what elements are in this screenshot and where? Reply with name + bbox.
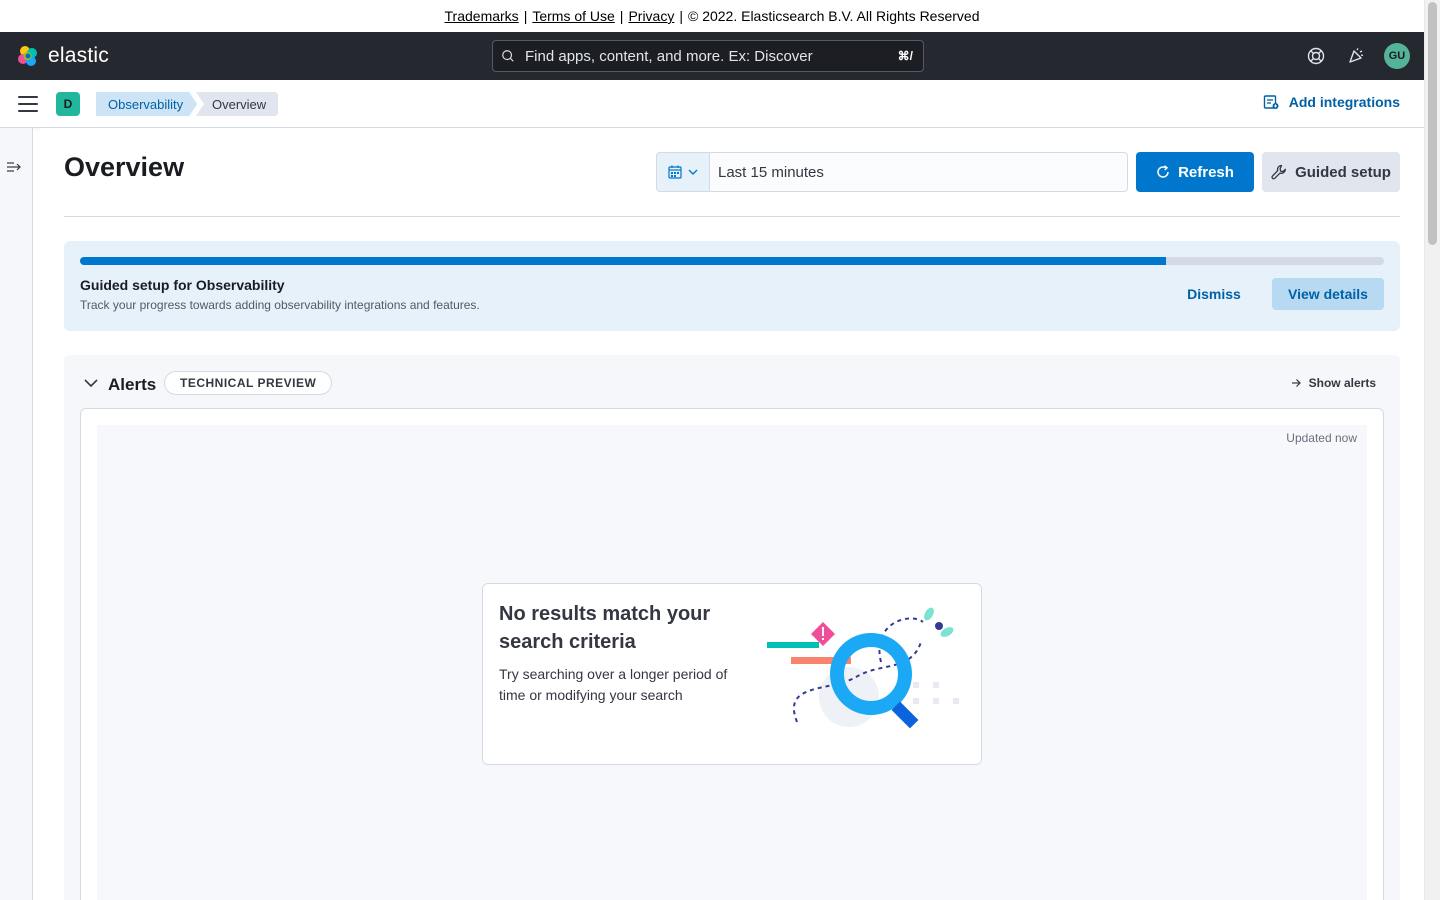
header-divider (64, 216, 1400, 217)
technical-preview-badge: TECHNICAL PREVIEW (164, 371, 333, 395)
legal-bar: Trademarks | Terms of Use | Privacy | © … (0, 0, 1424, 32)
no-results-illustration (767, 607, 959, 729)
dismiss-button[interactable]: Dismiss (1168, 278, 1260, 310)
logo-text: elastic (48, 44, 109, 67)
empty-state-body: Try searching over a longer period of ti… (499, 666, 728, 703)
calendar-icon (668, 165, 682, 179)
empty-state-title: No results match your search criteria (499, 603, 711, 653)
alerts-table-panel: Updated now No results match your search… (80, 408, 1384, 900)
wrench-icon (1271, 164, 1287, 180)
alerts-title[interactable]: Alerts (108, 375, 156, 395)
add-integrations-link[interactable]: Add integrations (1263, 94, 1400, 110)
top-header: elastic ⌘/ (0, 32, 1424, 80)
scrollbar-thumb[interactable] (1428, 2, 1437, 245)
updated-status: Updated now (1286, 431, 1357, 445)
empty-state-card: No results match your search criteria Tr… (482, 583, 982, 765)
privacy-link[interactable]: Privacy (628, 8, 674, 24)
header-actions: GU (1290, 42, 1410, 70)
copyright-text: © 2022. Elasticsearch B.V. All Rights Re… (687, 8, 980, 24)
elastic-logo-icon (18, 46, 37, 66)
view-details-button[interactable]: View details (1272, 278, 1384, 310)
alerts-table-area: Updated now No results match your search… (97, 425, 1367, 900)
refresh-icon (1157, 165, 1169, 178)
menu-expand-icon[interactable] (6, 160, 22, 174)
refresh-label: Refresh (1178, 163, 1234, 181)
breadcrumb-observability[interactable]: Observability (96, 92, 197, 116)
guided-setup-label: Guided setup (1295, 163, 1391, 181)
legal-separator: | (523, 8, 528, 24)
guide-progress-fill (80, 257, 1167, 265)
collapsed-sidebar (0, 128, 33, 900)
page-title: Overview (64, 152, 185, 182)
space-selector[interactable]: D (56, 92, 80, 116)
breadcrumb-bar: D Observability Overview Add integration… (0, 80, 1424, 128)
menu-icon[interactable] (18, 96, 38, 112)
alerts-section: Alerts TECHNICAL PREVIEW Show alerts Upd… (64, 355, 1400, 900)
chevron-down-icon (688, 169, 698, 175)
newsfeed-button[interactable] (1342, 42, 1370, 70)
elastic-logo[interactable]: elastic (16, 44, 109, 68)
date-range-value[interactable]: Last 15 minutes (710, 153, 824, 191)
show-alerts-label: Show alerts (1308, 376, 1376, 390)
search-input[interactable] (525, 47, 885, 65)
guide-title: Guided setup for Observability (80, 277, 285, 293)
collapse-chevron-icon[interactable] (84, 378, 98, 388)
quick-select-button[interactable] (657, 153, 710, 191)
main-content: Overview Last 15 minutes Refresh Guided … (40, 128, 1424, 900)
refresh-button[interactable]: Refresh (1136, 152, 1254, 192)
breadcrumb-overview: Overview (196, 92, 279, 116)
guide-progress-bar (80, 257, 1384, 265)
date-picker[interactable]: Last 15 minutes (656, 152, 1128, 192)
show-alerts-link[interactable]: Show alerts (1291, 376, 1376, 390)
page-scrollbar[interactable] (1424, 0, 1440, 900)
guided-setup-button[interactable]: Guided setup (1262, 152, 1400, 192)
legal-separator: | (679, 8, 683, 24)
search-shortcut: ⌘/ (897, 49, 913, 63)
search-icon (502, 50, 514, 62)
add-integrations-label: Add integrations (1288, 94, 1400, 110)
terms-link[interactable]: Terms of Use (532, 8, 614, 24)
trademarks-link[interactable]: Trademarks (445, 8, 519, 24)
help-button[interactable] (1302, 42, 1330, 70)
legal-separator: | (619, 8, 624, 24)
guide-description: Track your progress towards adding obser… (80, 298, 480, 312)
arrow-right-icon (1291, 379, 1301, 387)
global-search[interactable]: ⌘/ (492, 40, 924, 72)
integrations-icon (1263, 95, 1279, 109)
guided-setup-panel: Guided setup for Observability Track you… (64, 241, 1400, 331)
user-avatar[interactable]: GU (1384, 43, 1410, 69)
help-icon (1307, 47, 1325, 65)
newsfeed-icon (1349, 48, 1364, 63)
